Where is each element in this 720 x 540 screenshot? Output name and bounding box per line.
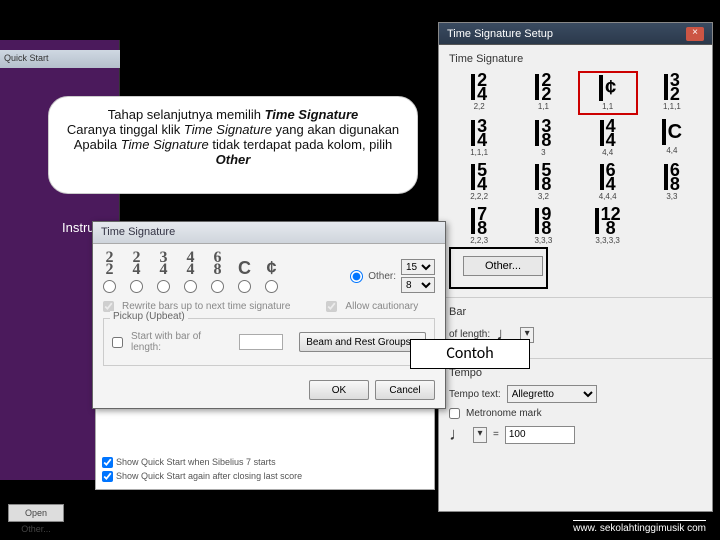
setup-titlebar: Time Signature Setup × bbox=[439, 23, 712, 45]
footer-url: www. sekolahtinggimusik com bbox=[573, 520, 706, 534]
ts-option-C[interactable]: C4,4 bbox=[642, 117, 702, 159]
ts-option-34[interactable]: 341,1,1 bbox=[449, 117, 509, 159]
ts-radio-¢[interactable]: ¢ bbox=[265, 262, 278, 293]
bar-group-label: Bar bbox=[449, 306, 702, 318]
metronome-label: Metronome mark bbox=[466, 408, 542, 419]
other-top-select[interactable]: 15 bbox=[401, 259, 435, 275]
open-other-button[interactable]: Open Other... bbox=[8, 504, 64, 522]
startup-checkboxes: Show Quick Start when Sibelius 7 starts … bbox=[102, 455, 302, 483]
ts-option-38[interactable]: 383 bbox=[513, 117, 573, 159]
tempo-text-label: Tempo text: bbox=[449, 389, 501, 400]
pickup-group-label: Pickup (Upbeat) bbox=[110, 311, 188, 322]
time-signature-dialog: Time Signature 2224344468C¢ Other: 158 R… bbox=[92, 221, 446, 409]
other-label: Other: bbox=[368, 271, 396, 282]
show-quickstart-checkbox[interactable] bbox=[102, 457, 113, 468]
ts-option-¢[interactable]: ¢1,1 bbox=[578, 71, 638, 115]
tempo-group: Tempo Tempo text: Allegretto Metronome m… bbox=[439, 358, 712, 458]
tempo-note-dropdown[interactable]: ▾ bbox=[473, 427, 487, 443]
allow-cautionary-label: Allow cautionary bbox=[345, 301, 418, 312]
bar-length-input[interactable] bbox=[239, 334, 283, 350]
ts-radio-34[interactable]: 34 bbox=[157, 252, 170, 293]
callout-em: Time Signature bbox=[121, 137, 209, 152]
beam-rest-groups-button[interactable]: Beam and Rest Groups... bbox=[299, 332, 426, 352]
cancel-button[interactable]: Cancel bbox=[375, 380, 435, 400]
close-icon[interactable]: × bbox=[686, 27, 704, 41]
ts-option-22[interactable]: 221,1 bbox=[513, 71, 573, 115]
start-with-bar-checkbox[interactable] bbox=[112, 337, 123, 348]
ok-button[interactable]: OK bbox=[309, 380, 369, 400]
ts-option-32[interactable]: 321,1,1 bbox=[642, 71, 702, 115]
equals-label: = bbox=[493, 429, 499, 440]
time-signature-setup-panel: Time Signature Setup × Time Signature 24… bbox=[438, 22, 713, 512]
ts-option-44[interactable]: 444,4 bbox=[578, 117, 638, 159]
instruction-callout: Tahap selanjutnya memilih Time Signature… bbox=[48, 96, 418, 194]
ts-radio-68[interactable]: 68 bbox=[211, 252, 224, 293]
other-bot-select[interactable]: 8 bbox=[401, 277, 435, 293]
start-with-bar-label: Start with bar of length: bbox=[131, 331, 231, 353]
ts-group-label: Time Signature bbox=[449, 53, 702, 65]
ts-radio-22[interactable]: 22 bbox=[103, 252, 116, 293]
ts-option-24[interactable]: 242,2 bbox=[449, 71, 509, 115]
ts-radio-C[interactable]: C bbox=[238, 262, 251, 293]
show-quickstart-again-checkbox[interactable] bbox=[102, 471, 113, 482]
ts-option-58[interactable]: 583,2 bbox=[513, 161, 573, 203]
setup-title: Time Signature Setup bbox=[447, 28, 553, 40]
ts-option-64[interactable]: 644,4,4 bbox=[578, 161, 638, 203]
callout-text: Tahap selanjutnya memilih bbox=[108, 107, 265, 122]
show-quickstart-again-label: Show Quick Start again after closing las… bbox=[116, 471, 302, 481]
ts-option-128[interactable]: 1283,3,3,3 bbox=[578, 205, 638, 247]
callout-em: Time Signature bbox=[184, 122, 272, 137]
quick-start-toolbar: Quick Start bbox=[0, 50, 120, 68]
pickup-group: Pickup (Upbeat) Start with bar of length… bbox=[103, 318, 435, 366]
other-button[interactable]: Other... bbox=[463, 256, 543, 276]
time-signature-radio-row: 22 24 34 44 68 C ¢ Other: 15 8 bbox=[103, 252, 435, 293]
ts-option-68[interactable]: 683,3 bbox=[642, 161, 702, 203]
metronome-checkbox[interactable] bbox=[449, 408, 460, 419]
tempo-text-select[interactable]: Allegretto bbox=[507, 385, 597, 403]
ts-option-78[interactable]: 782,2,3 bbox=[449, 205, 509, 247]
ts-radio-44[interactable]: 44 bbox=[184, 252, 197, 293]
ts-option-98[interactable]: 983,3,3 bbox=[513, 205, 573, 247]
other-button-highlight: Other... bbox=[449, 247, 548, 289]
callout-text: Caranya tinggal klik bbox=[67, 122, 184, 137]
ts-radio-24[interactable]: 24 bbox=[130, 252, 143, 293]
time-signature-grid: 242,2221,1¢1,1321,1,1 341,1,1383444,4C4,4… bbox=[449, 71, 702, 247]
allow-cautionary-checkbox[interactable] bbox=[326, 301, 337, 312]
ts-option-54[interactable]: 542,2,2 bbox=[449, 161, 509, 203]
show-quickstart-label: Show Quick Start when Sibelius 7 starts bbox=[116, 457, 276, 467]
tempo-note-icon: ♩ bbox=[449, 424, 467, 445]
callout-text: Apabila bbox=[74, 137, 121, 152]
callout-other: Other bbox=[216, 152, 251, 167]
contoh-label: Contoh bbox=[410, 339, 530, 369]
metronome-value-input[interactable] bbox=[505, 426, 575, 444]
callout-em: Time Signature bbox=[265, 107, 359, 122]
ts-other-option[interactable]: Other: 15 8 bbox=[350, 259, 435, 293]
dialog-title: Time Signature bbox=[93, 222, 445, 244]
other-radio[interactable] bbox=[350, 270, 363, 283]
time-signature-group: Time Signature 242,2221,1¢1,1321,1,1 341,… bbox=[439, 45, 712, 297]
callout-text: tidak terdapat pada kolom, pilih bbox=[209, 137, 393, 152]
callout-text: yang akan digunakan bbox=[272, 122, 399, 137]
